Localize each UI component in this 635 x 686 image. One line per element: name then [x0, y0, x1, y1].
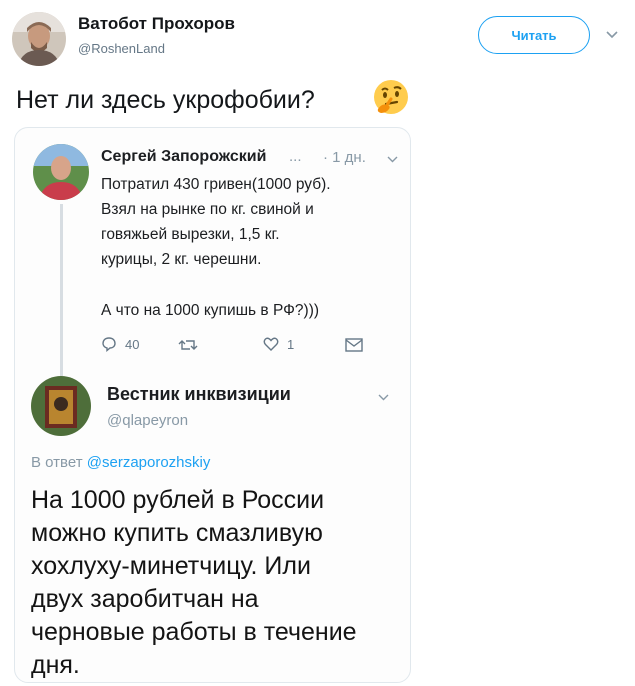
answer-body: На 1000 рублей в России можно купить сма…: [31, 484, 357, 682]
thread-line: [60, 204, 63, 376]
reply-line: Взял на рынке по кг. свиной и: [101, 201, 314, 218]
reply-action: 40: [101, 336, 139, 352]
like-action: 1: [263, 336, 294, 352]
message-icon: [345, 338, 363, 357]
reply-mention: @serzaporozhskiy: [86, 454, 211, 471]
chevron-down-icon[interactable]: [605, 28, 619, 42]
answer-author-name: Вестник инквизиции: [107, 384, 291, 404]
reply-author-avatar: [33, 144, 89, 200]
reply-timestamp: · 1 дн.: [323, 149, 366, 166]
like-count: 1: [287, 336, 295, 352]
answer-author-handle: @qlapeyron: [107, 412, 189, 429]
answer-line: На 1000 рублей в России: [31, 486, 325, 514]
author-handle[interactable]: @RoshenLand: [78, 41, 165, 56]
answer-author-avatar: [31, 376, 91, 436]
reply-author-name: Сергей Запорожский: [101, 148, 267, 165]
answer-line: двух заробитчан на: [31, 585, 259, 613]
reply-author-ellipsis: ...: [289, 148, 302, 165]
answer-line: хохлуху-минетчицу. Или: [31, 552, 311, 580]
reply-line: говяжьей вырезки, 1,5 кг.: [101, 226, 280, 243]
answer-line: черновые работы в течение: [31, 618, 357, 646]
reply-prefix: В ответ: [31, 454, 83, 471]
answer-chevron-down-icon: [378, 390, 389, 408]
reply-question: А что на 1000 купишь в РФ?))): [101, 302, 320, 319]
reply-line: Потратил 430 гривен(1000 руб).: [101, 176, 331, 193]
author-name[interactable]: Ватобот Прохоров: [78, 14, 235, 34]
retweet-icon: [178, 337, 198, 358]
heart-icon: [263, 337, 279, 351]
reply-icon: [102, 337, 116, 352]
answer-line: дня.: [31, 651, 80, 679]
reply-chevron-down-icon: [387, 152, 398, 170]
reply-count: 40: [125, 336, 140, 352]
reply-body: Потратил 430 гривен(1000 руб). Взял на р…: [101, 172, 331, 272]
reply-context: В ответ @serzaporozhskiy: [31, 454, 210, 471]
author-avatar[interactable]: [12, 12, 66, 66]
attached-image[interactable]: Сергей Запорожский ... · 1 дн. Потратил …: [14, 127, 411, 683]
thinking-face-icon: [372, 78, 410, 116]
answer-line: можно купить смазливую: [31, 519, 323, 547]
reply-line: курицы, 2 кг. черешни.: [101, 251, 262, 268]
follow-button[interactable]: Читать: [478, 16, 590, 54]
tweet-text: Нет ли здесь укрофобии?: [16, 86, 315, 114]
